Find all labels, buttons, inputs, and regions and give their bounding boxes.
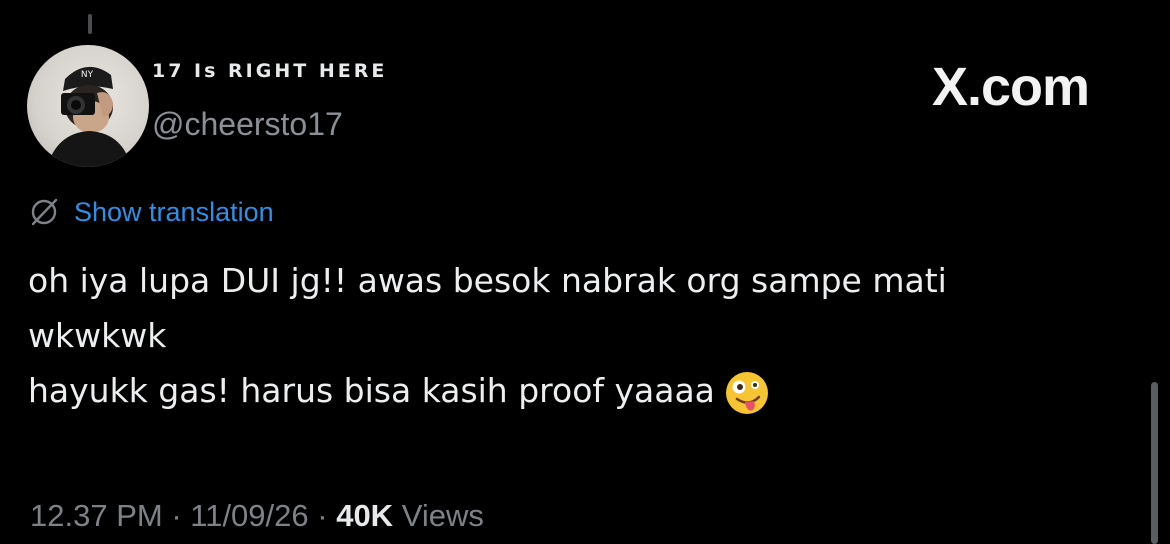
show-translation-link[interactable]: Show translation — [74, 197, 274, 228]
avatar[interactable]: NY — [27, 45, 149, 167]
svg-text:NY: NY — [81, 70, 94, 80]
tweet-line: wkwkwk — [28, 316, 167, 355]
show-translation-row[interactable]: Show translation — [28, 196, 274, 228]
user-handle[interactable]: @cheersto17 — [152, 106, 343, 143]
tweet-line: hayukk gas! harus bisa kasih proof yaaaa — [28, 371, 715, 410]
tweet-text: oh iya lupa DUI jg!! awas besok nabrak o… — [28, 253, 1128, 418]
display-name[interactable]: 17 Is RIGHT HERE — [152, 60, 387, 82]
thread-connector-line — [88, 14, 92, 34]
meta-separator: · — [308, 498, 337, 533]
tweet-meta: 12.37 PM · 11/09/26 · 40K Views — [30, 498, 484, 534]
views-label[interactable]: Views — [402, 498, 484, 533]
tweet-date[interactable]: 11/09/26 — [190, 498, 308, 533]
views-count[interactable]: 40K — [336, 498, 393, 533]
tweet-line: oh iya lupa DUI jg!! awas besok nabrak o… — [28, 261, 947, 300]
meta-separator: · — [162, 498, 191, 533]
brand-watermark: X.com — [932, 57, 1090, 117]
zany-face-emoji-icon — [725, 371, 768, 414]
scrollbar[interactable] — [1151, 382, 1158, 544]
tweet-line-with-emoji: hayukk gas! harus bisa kasih proof yaaaa — [28, 363, 1128, 418]
tweet-time[interactable]: 12.37 PM — [30, 498, 163, 533]
avatar-photo-icon: NY — [47, 66, 131, 167]
globe-slash-icon — [31, 198, 58, 226]
